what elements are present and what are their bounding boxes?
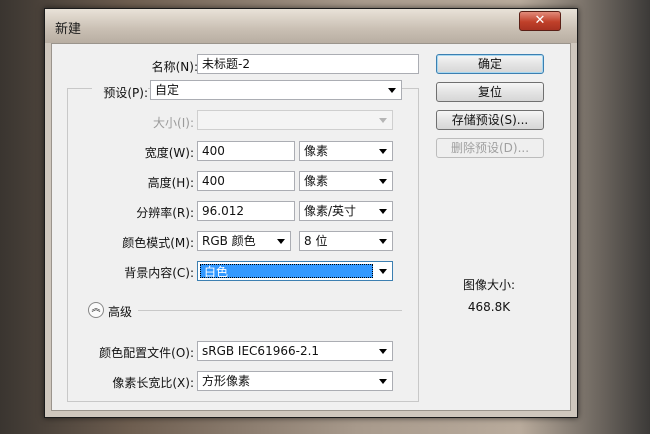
chevron-down-icon (379, 239, 387, 244)
resolution-label: 分辨率(R): (136, 206, 194, 220)
color-mode-value: RGB 颜色 (202, 234, 256, 248)
height-unit-select[interactable]: 像素 (299, 171, 393, 191)
advanced-glyph: ︽ (91, 304, 101, 314)
delete-preset-button[interactable]: 删除预设(D)... (436, 138, 544, 158)
chevron-down-icon (379, 118, 387, 123)
bit-depth-value: 8 位 (304, 234, 328, 248)
name-label: 名称(N): (151, 60, 198, 74)
color-profile-value: sRGB IEC61966-2.1 (202, 344, 320, 358)
pixel-aspect-label: 像素长宽比(X): (112, 376, 194, 390)
height-label: 高度(H): (147, 176, 194, 190)
resolution-input[interactable]: 96.012 (197, 201, 295, 221)
reset-button[interactable]: 复位 (436, 82, 544, 102)
width-input[interactable]: 400 (197, 141, 295, 161)
bit-depth-select[interactable]: 8 位 (299, 231, 393, 251)
size-label: 大小(I): (153, 116, 194, 130)
preset-label: 预设(P): (92, 84, 148, 101)
background-label: 背景内容(C): (124, 266, 194, 280)
height-input[interactable]: 400 (197, 171, 295, 191)
pixel-aspect-select[interactable]: 方形像素 (197, 371, 393, 391)
chevron-down-icon (379, 379, 387, 384)
width-label: 宽度(W): (144, 146, 194, 160)
save-preset-button[interactable]: 存储预设(S)... (436, 110, 544, 130)
advanced-label: 高级 (108, 305, 133, 319)
chevron-down-icon (277, 239, 285, 244)
resolution-unit-value: 像素/英寸 (304, 204, 357, 218)
image-size-label: 图像大小: (462, 278, 516, 292)
preset-value: 自定 (155, 83, 180, 97)
chevron-down-icon (379, 349, 387, 354)
width-unit-select[interactable]: 像素 (299, 141, 393, 161)
background-select[interactable]: 白色 (197, 261, 393, 281)
color-profile-select[interactable]: sRGB IEC61966-2.1 (197, 341, 393, 361)
preset-select[interactable]: 自定 (150, 80, 402, 100)
chevron-down-icon (388, 88, 396, 93)
ok-button[interactable]: 确定 (436, 54, 544, 74)
size-select[interactable] (197, 110, 393, 130)
color-profile-label: 颜色配置文件(O): (99, 346, 194, 360)
dialog-body: 名称(N): 未标题-2 预设(P): 自定 大小(I): 宽度(W): 400… (51, 43, 571, 411)
width-unit-value: 像素 (304, 144, 329, 158)
close-icon: ✕ (534, 13, 546, 28)
height-unit-value: 像素 (304, 174, 329, 188)
advanced-divider (138, 310, 402, 311)
chevron-down-icon (379, 269, 387, 274)
chevron-up-circle-icon[interactable]: ︽ (88, 302, 104, 318)
title-bar: 新建 ✕ (45, 9, 577, 43)
color-mode-select[interactable]: RGB 颜色 (197, 231, 291, 251)
chevron-down-icon (379, 179, 387, 184)
image-size-value: 468.8K (467, 300, 511, 314)
dialog-title: 新建 (55, 22, 82, 37)
chevron-down-icon (379, 149, 387, 154)
pixel-aspect-value: 方形像素 (202, 374, 251, 388)
resolution-unit-select[interactable]: 像素/英寸 (299, 201, 393, 221)
chevron-down-icon (379, 209, 387, 214)
close-button[interactable]: ✕ (519, 11, 561, 31)
new-document-dialog: 新建 ✕ 名称(N): 未标题-2 预设(P): 自定 大小(I): 宽度(W)… (44, 8, 578, 418)
background-value: 白色 (200, 264, 373, 279)
color-mode-label: 颜色模式(M): (122, 236, 194, 250)
name-input[interactable]: 未标题-2 (197, 54, 419, 74)
